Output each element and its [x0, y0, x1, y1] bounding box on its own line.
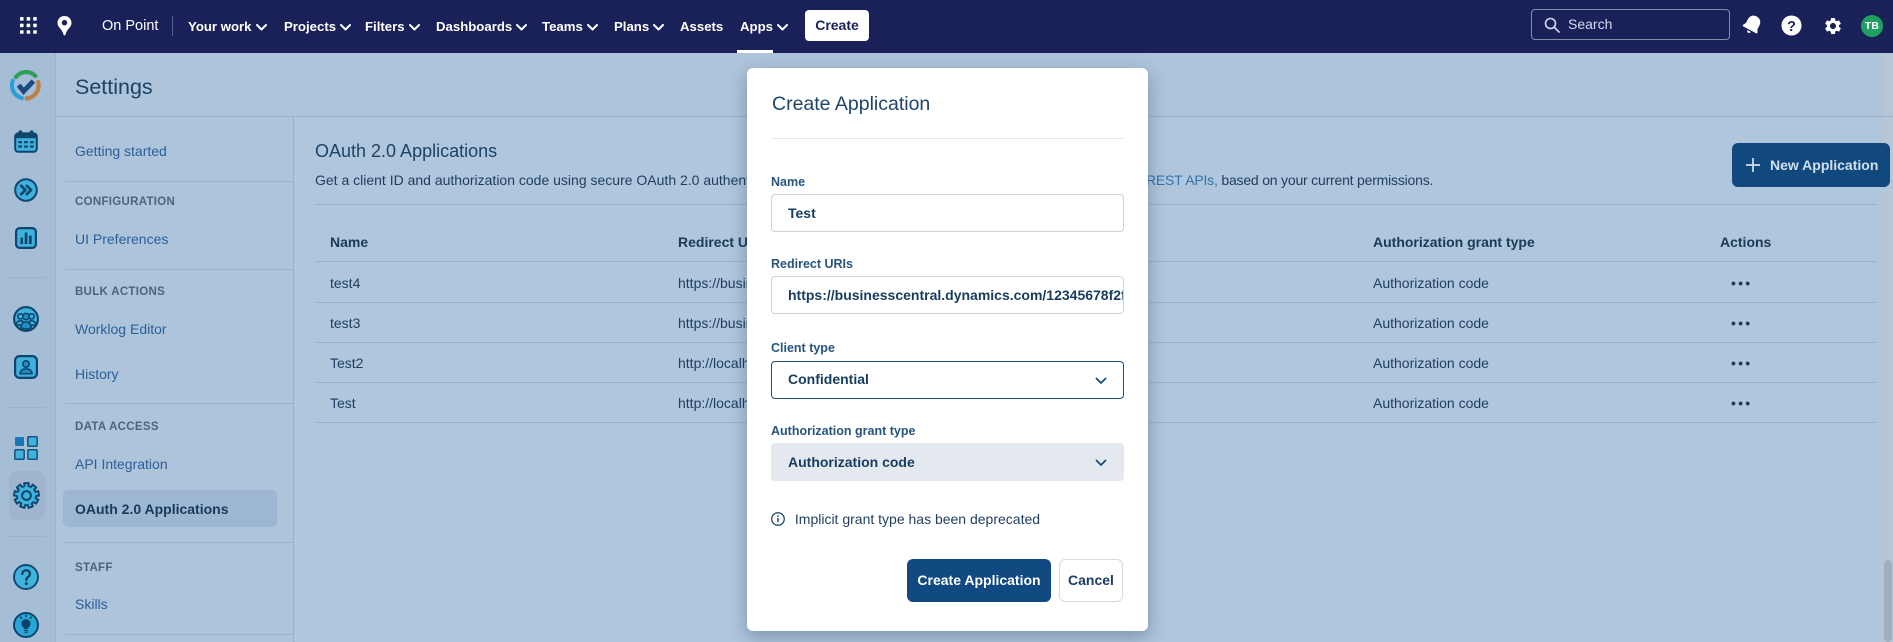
svg-text:?: ?	[1787, 19, 1796, 35]
